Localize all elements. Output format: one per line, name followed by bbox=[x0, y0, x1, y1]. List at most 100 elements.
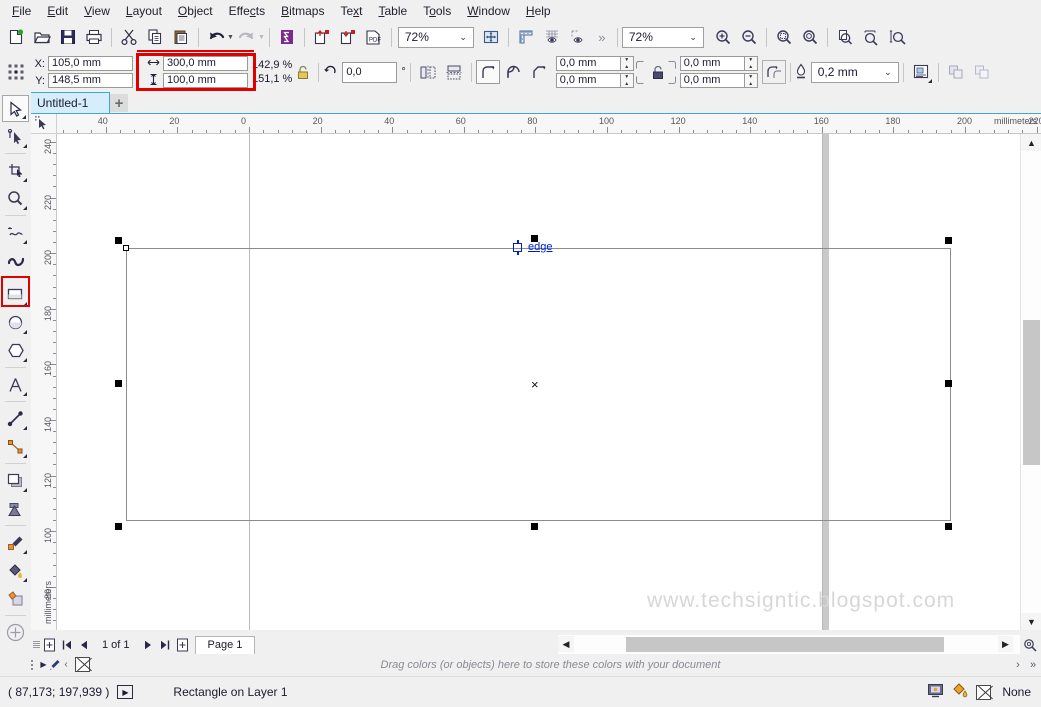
flyout-arrow[interactable] bbox=[23, 240, 27, 244]
first-page-icon[interactable] bbox=[58, 636, 75, 653]
flyout-arrow[interactable] bbox=[23, 578, 27, 582]
redo-icon[interactable] bbox=[234, 24, 260, 50]
selection-handle-top-right[interactable] bbox=[945, 237, 952, 244]
wrap-paragraph-text-icon[interactable] bbox=[908, 59, 934, 85]
relative-corner-scaling-icon[interactable] bbox=[761, 60, 786, 84]
publish-pdf-icon[interactable]: PDF bbox=[361, 24, 387, 50]
document-tab-untitled-1[interactable]: Untitled-1 bbox=[28, 92, 110, 113]
zoom-to-page-icon[interactable] bbox=[832, 24, 858, 50]
flyout-arrow[interactable] bbox=[23, 302, 27, 306]
object-anchor-picker[interactable] bbox=[4, 62, 28, 82]
page-tab-page-1[interactable]: Page 1 bbox=[194, 635, 256, 654]
menu-tools[interactable]: Tools bbox=[415, 1, 459, 21]
zoom-to-selection-icon[interactable] bbox=[771, 24, 797, 50]
menu-help[interactable]: Help bbox=[518, 1, 559, 21]
scroll-right-arrow-icon[interactable]: ▶ bbox=[998, 636, 1013, 652]
corner-radius-bottom-left-spinner[interactable]: ▼ ▲ bbox=[620, 73, 634, 88]
last-page-icon[interactable] bbox=[157, 636, 174, 653]
rectangle-node-top-left[interactable] bbox=[123, 245, 129, 251]
menu-edit[interactable]: Edit bbox=[39, 1, 76, 21]
vertical-ruler[interactable]: 240 220 200 180 160 140 120 100 80 millimeters bbox=[31, 134, 57, 630]
outline-color-icon[interactable] bbox=[976, 684, 992, 700]
chevron-down-icon[interactable]: ⌄ bbox=[880, 67, 896, 78]
palette-eyedropper-icon[interactable] bbox=[48, 659, 61, 671]
menu-effects[interactable]: Effects bbox=[221, 1, 273, 21]
palette-expand-icon[interactable]: ▶ bbox=[39, 660, 48, 669]
freehand-tool[interactable] bbox=[2, 219, 29, 246]
palette-grip[interactable] bbox=[31, 659, 39, 670]
document-color-settings-icon[interactable] bbox=[927, 683, 944, 702]
print-icon[interactable] bbox=[81, 24, 107, 50]
text-tool[interactable] bbox=[2, 371, 29, 398]
status-expand-button[interactable]: ▶ bbox=[117, 685, 134, 699]
transparency-tool[interactable] bbox=[2, 495, 29, 522]
zoom-to-page-height-icon[interactable] bbox=[884, 24, 910, 50]
menu-object[interactable]: Object bbox=[170, 1, 221, 21]
flyout-arrow[interactable] bbox=[23, 330, 27, 334]
menu-view[interactable]: View bbox=[76, 1, 118, 21]
cut-icon[interactable] bbox=[116, 24, 142, 50]
round-corner-icon[interactable] bbox=[475, 60, 500, 84]
corner-radius-bottom-right-spinner[interactable]: ▼ ▲ bbox=[744, 73, 758, 88]
add-page-before-icon[interactable] bbox=[41, 636, 58, 653]
previous-page-icon[interactable] bbox=[75, 636, 92, 653]
corner-radius-top-right-spinner[interactable]: ▼ ▲ bbox=[744, 56, 758, 71]
vertical-scroll-thumb[interactable] bbox=[1023, 320, 1040, 465]
menu-file[interactable]: File bbox=[4, 1, 39, 21]
flyout-arrow[interactable] bbox=[23, 426, 27, 430]
convert-to-curves-icon[interactable] bbox=[943, 59, 969, 85]
position-x-field[interactable]: 105,0 mm bbox=[48, 56, 133, 71]
palette-scroll-left-icon[interactable]: ‹ bbox=[61, 659, 71, 670]
palette-no-color-swatch[interactable] bbox=[75, 657, 90, 672]
toolbar-overflow-button[interactable]: » bbox=[591, 24, 613, 50]
corner-radius-top-left-field[interactable]: 0,0 mm bbox=[555, 56, 621, 71]
corner-radius-bottom-left-field[interactable]: 0,0 mm bbox=[555, 73, 621, 88]
page-sizer-grip[interactable] bbox=[31, 641, 41, 648]
selection-handle-bottom-center[interactable] bbox=[531, 523, 538, 530]
corel-connect-icon[interactable] bbox=[274, 24, 300, 50]
edit-corners-together-icon[interactable] bbox=[648, 65, 668, 80]
paste-icon[interactable] bbox=[168, 24, 194, 50]
zoom-to-page-width-icon[interactable] bbox=[858, 24, 884, 50]
save-document-icon[interactable] bbox=[55, 24, 81, 50]
flyout-arrow[interactable] bbox=[23, 206, 27, 210]
flyout-arrow[interactable] bbox=[23, 144, 27, 148]
drawing-canvas[interactable]: × edge www.techsigntic.blogspot.com bbox=[57, 134, 1020, 630]
straight-line-connector-tool[interactable] bbox=[2, 433, 29, 460]
position-y-field[interactable]: 148,5 mm bbox=[48, 73, 133, 88]
scale-horizontal-value[interactable]: 142,9 bbox=[252, 59, 280, 71]
show-guidelines-icon[interactable] bbox=[565, 24, 591, 50]
scroll-up-arrow-icon[interactable]: ▲ bbox=[1021, 134, 1041, 151]
rotation-angle-field[interactable]: 0,0 bbox=[342, 61, 398, 83]
zoom-level-combo-secondary[interactable]: 72% ⌄ bbox=[621, 26, 704, 48]
menu-text[interactable]: Text bbox=[332, 1, 370, 21]
full-screen-preview-icon[interactable] bbox=[478, 24, 504, 50]
artistic-media-tool[interactable] bbox=[2, 247, 29, 274]
flyout-arrow[interactable] bbox=[23, 358, 27, 362]
zoom-tool[interactable] bbox=[2, 185, 29, 212]
export-icon[interactable] bbox=[335, 24, 361, 50]
menu-table[interactable]: Table bbox=[371, 1, 416, 21]
flyout-arrow[interactable] bbox=[23, 392, 27, 396]
selection-handle-top-left[interactable] bbox=[115, 237, 122, 244]
menu-layout[interactable]: Layout bbox=[118, 1, 170, 21]
drop-shadow-tool[interactable] bbox=[2, 467, 29, 494]
undo-icon[interactable] bbox=[203, 24, 229, 50]
mirror-vertical-icon[interactable] bbox=[441, 59, 467, 85]
next-page-icon[interactable] bbox=[140, 636, 157, 653]
palette-scroll-right-icon[interactable]: › bbox=[1011, 659, 1025, 671]
zoom-out-icon[interactable] bbox=[736, 24, 762, 50]
new-document-icon[interactable] bbox=[3, 24, 29, 50]
corner-radius-top-left-spinner[interactable]: ▼ ▲ bbox=[620, 56, 634, 71]
menu-window[interactable]: Window bbox=[459, 1, 518, 21]
interactive-fill-tool[interactable] bbox=[2, 557, 29, 584]
menu-bitmaps[interactable]: Bitmaps bbox=[273, 1, 332, 21]
scroll-left-arrow-icon[interactable]: ◀ bbox=[558, 636, 574, 652]
chevron-down-icon[interactable]: ⌄ bbox=[455, 32, 471, 43]
crop-tool[interactable] bbox=[2, 157, 29, 184]
color-eyedropper-tool[interactable] bbox=[2, 529, 29, 556]
ellipse-tool[interactable] bbox=[2, 309, 29, 336]
corner-radius-top-right-field[interactable]: 0,0 mm bbox=[679, 56, 745, 71]
polygon-tool[interactable] bbox=[2, 337, 29, 364]
zoom-level-combo-primary[interactable]: 72% ⌄ bbox=[397, 26, 474, 48]
